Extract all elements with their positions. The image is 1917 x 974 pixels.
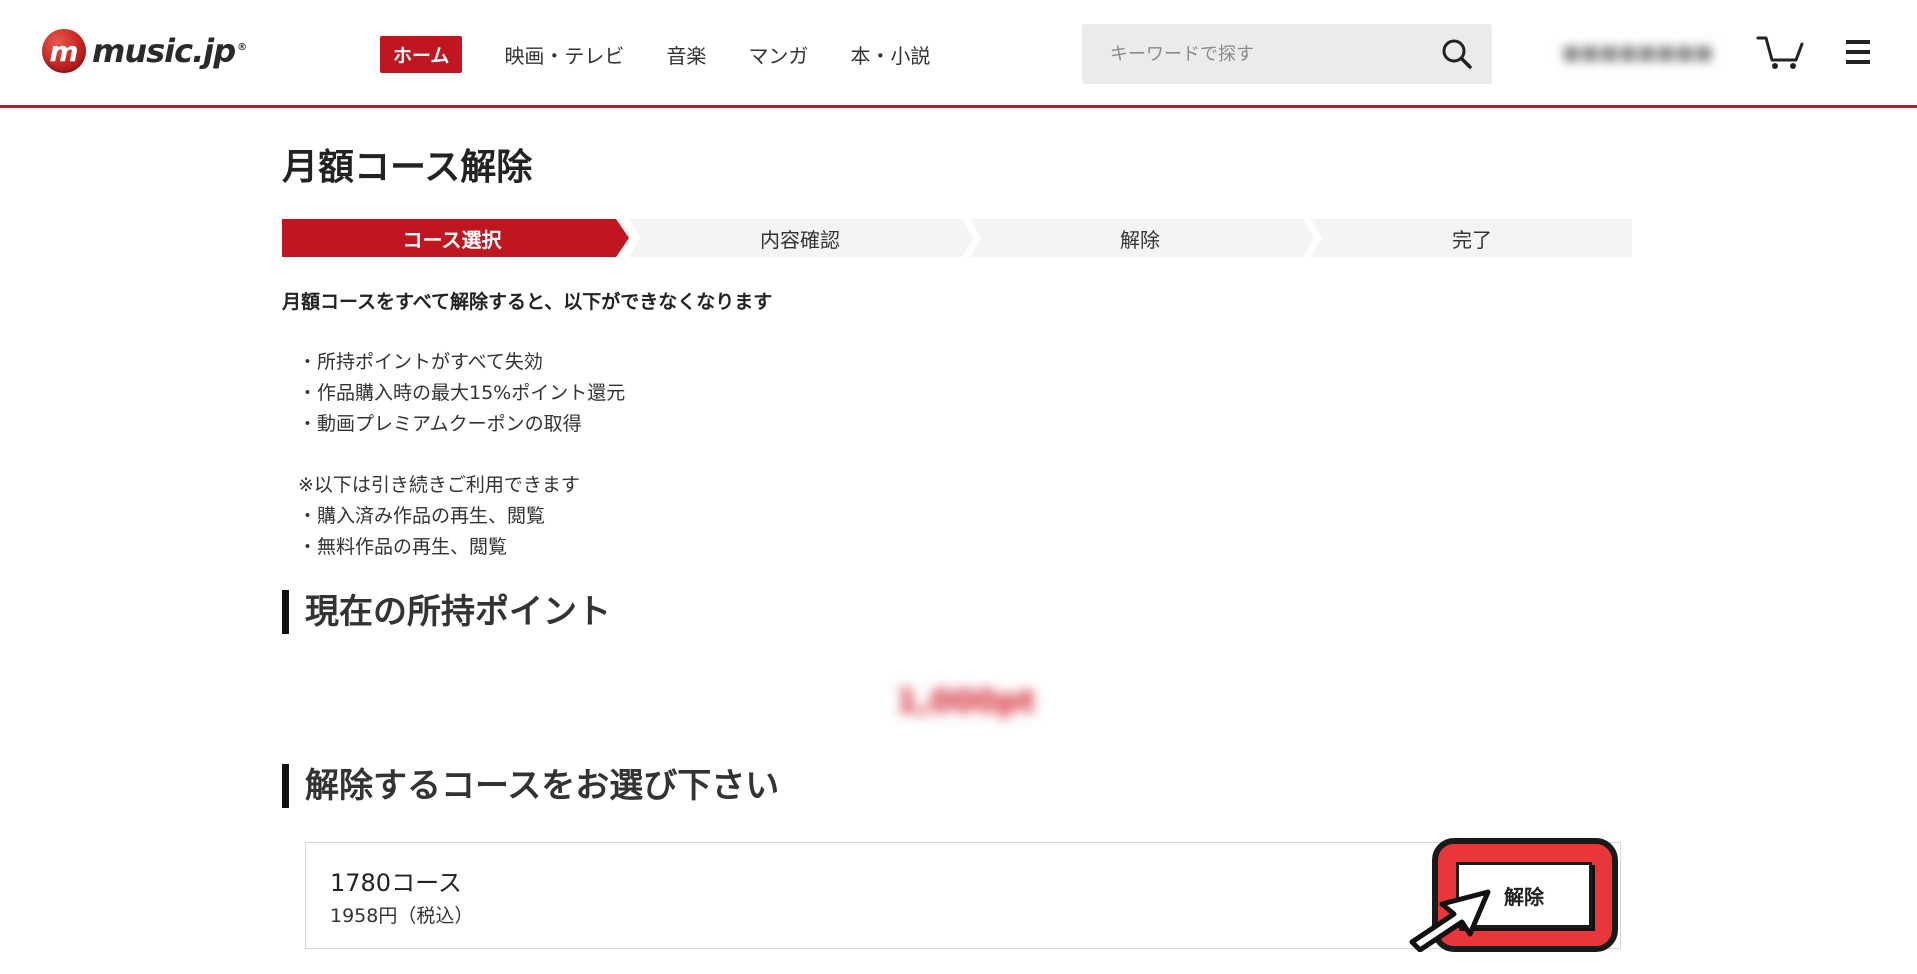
logo-text: music.jp ® (92, 32, 247, 70)
nav-music[interactable]: 音楽 (666, 40, 706, 69)
list-item: ・作品購入時の最大15%ポイント還元 (298, 382, 626, 404)
logo-mark: m (42, 29, 86, 73)
search-box (1082, 24, 1492, 84)
cart-icon[interactable] (1756, 34, 1806, 74)
list-item: ・購入済み作品の再生、閲覧 (298, 505, 546, 527)
site-header: m music.jp® ホーム 映画・テレビ 音楽 マンガ 本・小説 ■■■■■… (0, 0, 1917, 108)
step-course-select: コース選択 (402, 227, 502, 252)
nav-books[interactable]: 本・小説 (850, 40, 930, 69)
course-select-heading: 解除するコースをお選び下さい (282, 764, 779, 808)
page-title: 月額コース解除 (282, 147, 533, 188)
user-account-blurred[interactable]: ■■■■■■■■ (1562, 40, 1738, 66)
course-price: 1958円（税込） (330, 905, 474, 927)
kept-benefits-list: ・購入済み作品の再生、閲覧 ・無料作品の再生、閲覧 (298, 501, 545, 563)
progress-steps: コース選択 内容確認 解除 完了 (282, 219, 1632, 257)
step-cancel: 解除 (1120, 227, 1160, 252)
points-heading: 現在の所持ポイント (282, 590, 611, 634)
main-nav: ホーム 映画・テレビ 音楽 マンガ 本・小説 (380, 36, 972, 73)
hamburger-menu-icon[interactable] (1846, 38, 1870, 70)
search-input[interactable] (1082, 24, 1422, 84)
step-confirm: 内容確認 (760, 227, 840, 252)
nav-manga[interactable]: マンガ (748, 40, 808, 69)
nav-home[interactable]: ホーム (380, 36, 463, 73)
lost-benefits-list: ・所持ポイントがすべて失効 ・作品購入時の最大15%ポイント還元 ・動画プレミア… (298, 347, 625, 440)
nav-movies-tv[interactable]: 映画・テレビ (504, 40, 624, 69)
kept-benefits-note: ※以下は引き続きご利用できます (298, 474, 580, 496)
pointer-cursor-icon (1404, 880, 1496, 956)
list-item: ・動画プレミアムクーポンの取得 (298, 413, 582, 435)
list-item: ・所持ポイントがすべて失効 (298, 351, 543, 373)
points-value-blurred: 1,000pt (896, 682, 1036, 720)
search-icon[interactable] (1422, 24, 1492, 84)
course-name: 1780コース (330, 869, 462, 897)
step-complete: 完了 (1452, 227, 1492, 252)
warning-intro: 月額コースをすべて解除すると、以下ができなくなります (282, 291, 773, 313)
music-jp-logo[interactable]: m music.jp ® (42, 28, 247, 74)
list-item: ・無料作品の再生、閲覧 (298, 536, 508, 558)
